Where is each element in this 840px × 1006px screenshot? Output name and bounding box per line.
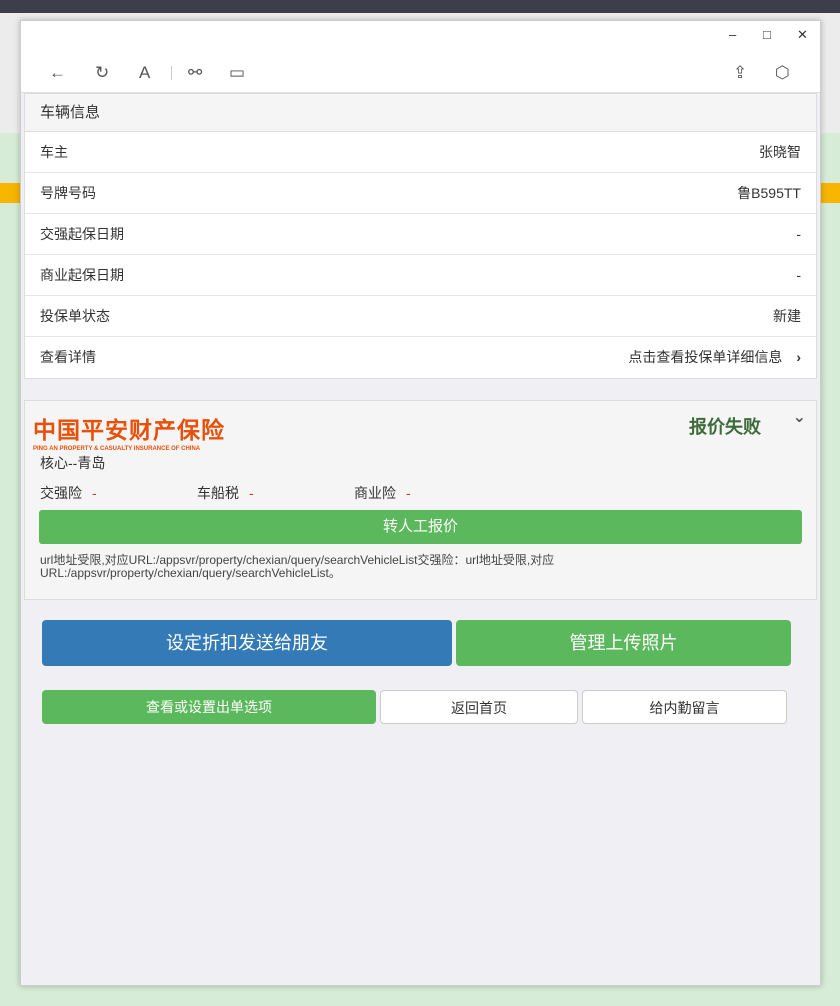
order-options-button[interactable]: 查看或设置出单选项: [42, 690, 376, 724]
close-button[interactable]: ✕: [797, 27, 808, 43]
link-icon[interactable]: ⚯: [188, 63, 202, 83]
refresh-icon[interactable]: ↻: [95, 63, 109, 83]
row-label: 投保单状态: [40, 308, 110, 324]
minimize-button[interactable]: –: [729, 27, 736, 42]
browser-window: – □ ✕ ← ↻ A ⚯ ▭ ⇪ ⬡ 车辆信息 车主 张晓智 号牌号码 鲁B595…: [20, 20, 821, 986]
row-value: -: [796, 267, 801, 283]
premium-vessel-tax: 车船税 -: [197, 485, 254, 501]
vehicle-info-card: 车辆信息 车主 张晓智 号牌号码 鲁B595TT 交强起保日期 - 商业起保日期 - 投…: [24, 93, 817, 379]
row-value: 鲁B595TT: [737, 185, 801, 201]
row-plate: 号牌号码 鲁B595TT: [25, 173, 816, 214]
row-label: 查看详情: [40, 349, 96, 365]
os-taskbar: [0, 0, 840, 13]
vehicle-info-title: 车辆信息: [25, 94, 816, 132]
row-value: -: [796, 226, 801, 242]
manage-photos-button[interactable]: 管理上传照片: [456, 620, 791, 666]
manual-quote-button[interactable]: 转人工报价: [39, 510, 802, 544]
row-label: 商业起保日期: [40, 267, 124, 283]
row-view-details[interactable]: 查看详情 点击查看投保单详细信息 ›: [25, 337, 816, 378]
share-icon[interactable]: ⇪: [733, 63, 747, 83]
row-owner: 车主 张晓智: [25, 132, 816, 173]
premium-commercial: 商业险 -: [354, 485, 411, 501]
row-value: 新建: [773, 308, 801, 324]
toolbar-divider: [171, 66, 172, 80]
panel-icon[interactable]: ▭: [229, 63, 245, 83]
pingan-logo: 中国平安财产保险 PING AN PROPERTY & CASUALTY INSU…: [33, 417, 225, 452]
row-value: 张晓智: [759, 144, 801, 160]
cube-icon[interactable]: ⬡: [775, 63, 790, 83]
font-icon[interactable]: A: [139, 63, 150, 83]
maximize-button[interactable]: □: [763, 27, 771, 42]
home-button[interactable]: 返回首页: [380, 690, 578, 724]
row-policy-status: 投保单状态 新建: [25, 296, 816, 337]
row-commercial-date: 商业起保日期 -: [25, 255, 816, 296]
row-label: 车主: [40, 144, 68, 160]
row-label: 号牌号码: [40, 185, 96, 201]
leave-message-button[interactable]: 给内勤留言: [582, 690, 787, 724]
send-discount-button[interactable]: 设定折扣发送给朋友: [42, 620, 452, 666]
insurer-quote-card: 中国平安财产保险 PING AN PROPERTY & CASUALTY INSU…: [24, 400, 817, 600]
back-icon[interactable]: ←: [49, 63, 66, 83]
row-label: 交强起保日期: [40, 226, 124, 242]
row-compulsory-date: 交强起保日期 -: [25, 214, 816, 255]
chevron-down-icon[interactable]: ⌄: [793, 407, 806, 427]
row-value: 点击查看投保单详细信息: [628, 349, 783, 365]
error-message: url地址受限,对应URL:/appsvr/property/chexian/q…: [40, 553, 555, 580]
title-bar: – □ ✕ ← ↻ A ⚯ ▭ ⇪ ⬡: [21, 21, 820, 93]
quote-status: 报价失败: [689, 417, 761, 438]
premium-compulsory: 交强险 -: [40, 485, 97, 501]
chevron-right-icon: ›: [796, 349, 801, 365]
core-region: 核心--青岛: [40, 455, 106, 471]
